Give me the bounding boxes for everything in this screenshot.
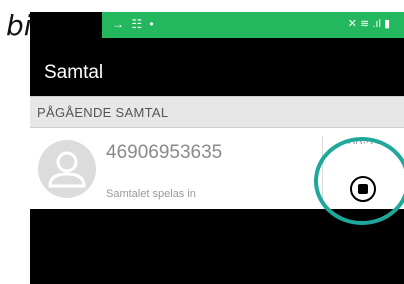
status-bar-right-icons: ✕ ≋ .ıl ▮ — [347, 18, 390, 30]
stop-square — [358, 184, 368, 194]
section-header: PÅGÅENDE SAMTAL — [30, 96, 404, 128]
divider — [322, 136, 323, 202]
status-bar-left-icons: → ☷ • — [112, 17, 156, 31]
recording-status: Samtalet spelas in — [106, 188, 196, 200]
caller-number: 46906953635 — [106, 142, 223, 163]
call-duration: 00:37 — [348, 136, 381, 144]
stop-record-icon[interactable] — [350, 176, 376, 202]
section-header-label: PÅGÅENDE SAMTAL — [37, 105, 169, 120]
person-icon — [38, 140, 96, 198]
status-bar: → ☷ • ✕ ≋ .ıl ▮ — [102, 12, 404, 38]
phone-screen: → ☷ • ✕ ≋ .ıl ▮ Samtal PÅGÅENDE SAMTAL 4… — [30, 12, 404, 284]
app-title: Samtal — [44, 62, 104, 83]
ongoing-call-row[interactable]: 46906953635 Samtalet spelas in 00:37 — [30, 128, 404, 209]
